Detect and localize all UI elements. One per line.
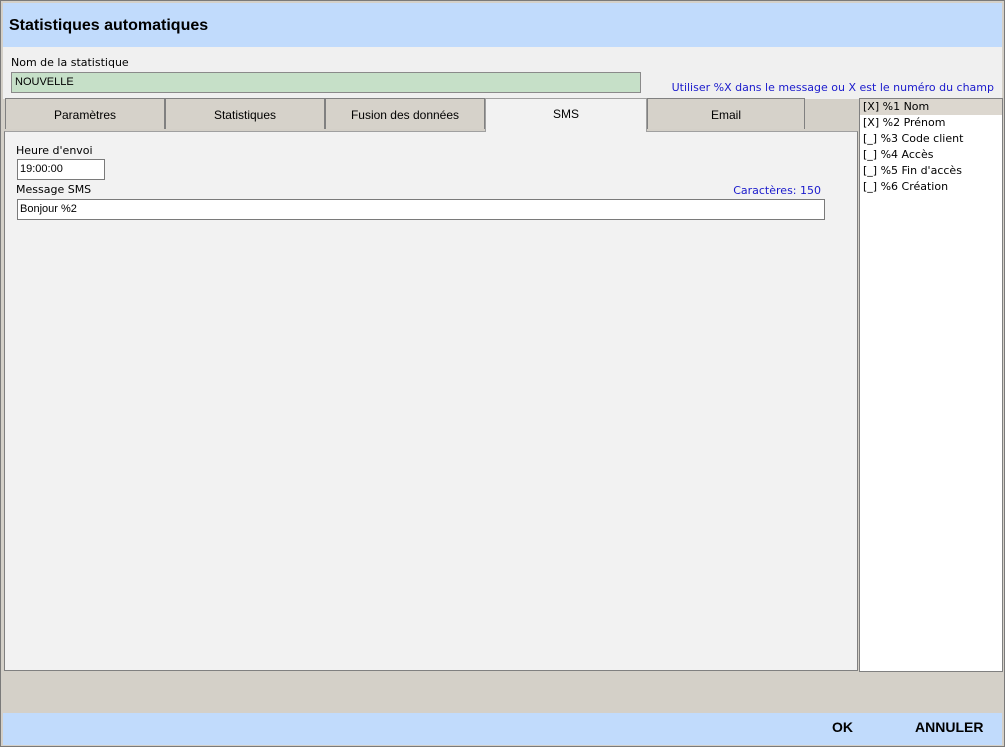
tab-parametres[interactable]: Paramètres (5, 98, 165, 129)
send-time-label: Heure d'envoi (16, 144, 93, 157)
field-list: [X] %1 Nom [X] %2 Prénom [_] %3 Code cli… (859, 98, 1003, 672)
tab-bar: Paramètres Statistiques Fusion des donné… (5, 98, 857, 132)
sms-message-label: Message SMS (16, 183, 92, 196)
field-item-code-client[interactable]: [_] %3 Code client (860, 131, 1002, 147)
statistic-name-input[interactable]: NOUVELLE (11, 72, 641, 93)
field-item-creation[interactable]: [_] %6 Création (860, 179, 1002, 195)
window-title: Statistiques automatiques (9, 17, 209, 34)
character-count: Caractères: 150 (733, 184, 821, 197)
field-usage-hint: Utiliser %X dans le message ou X est le … (671, 81, 994, 94)
cancel-button[interactable]: ANNULER (915, 719, 983, 735)
footer-bar: OK ANNULER (3, 713, 1002, 745)
tab-fusion-des-donnees[interactable]: Fusion des données (325, 98, 485, 129)
tab-sms[interactable]: SMS (485, 98, 647, 132)
dialog-window: Statistiques automatiques Nom de la stat… (0, 0, 1005, 747)
name-field-label: Nom de la statistique (11, 56, 129, 69)
tab-email[interactable]: Email (647, 98, 805, 129)
sms-tab-panel: Heure d'envoi 19:00:00 Message SMS Carac… (4, 131, 858, 671)
title-bar: Statistiques automatiques (3, 3, 1002, 47)
sms-message-input[interactable]: Bonjour %2 (17, 199, 825, 220)
send-time-input[interactable]: 19:00:00 (17, 159, 105, 180)
field-item-fin-acces[interactable]: [_] %5 Fin d'accès (860, 163, 1002, 179)
ok-button[interactable]: OK (832, 719, 853, 735)
tab-statistiques[interactable]: Statistiques (165, 98, 325, 129)
field-item-prenom[interactable]: [X] %2 Prénom (860, 115, 1002, 131)
field-item-nom[interactable]: [X] %1 Nom (860, 99, 1002, 115)
field-item-acces[interactable]: [_] %4 Accès (860, 147, 1002, 163)
